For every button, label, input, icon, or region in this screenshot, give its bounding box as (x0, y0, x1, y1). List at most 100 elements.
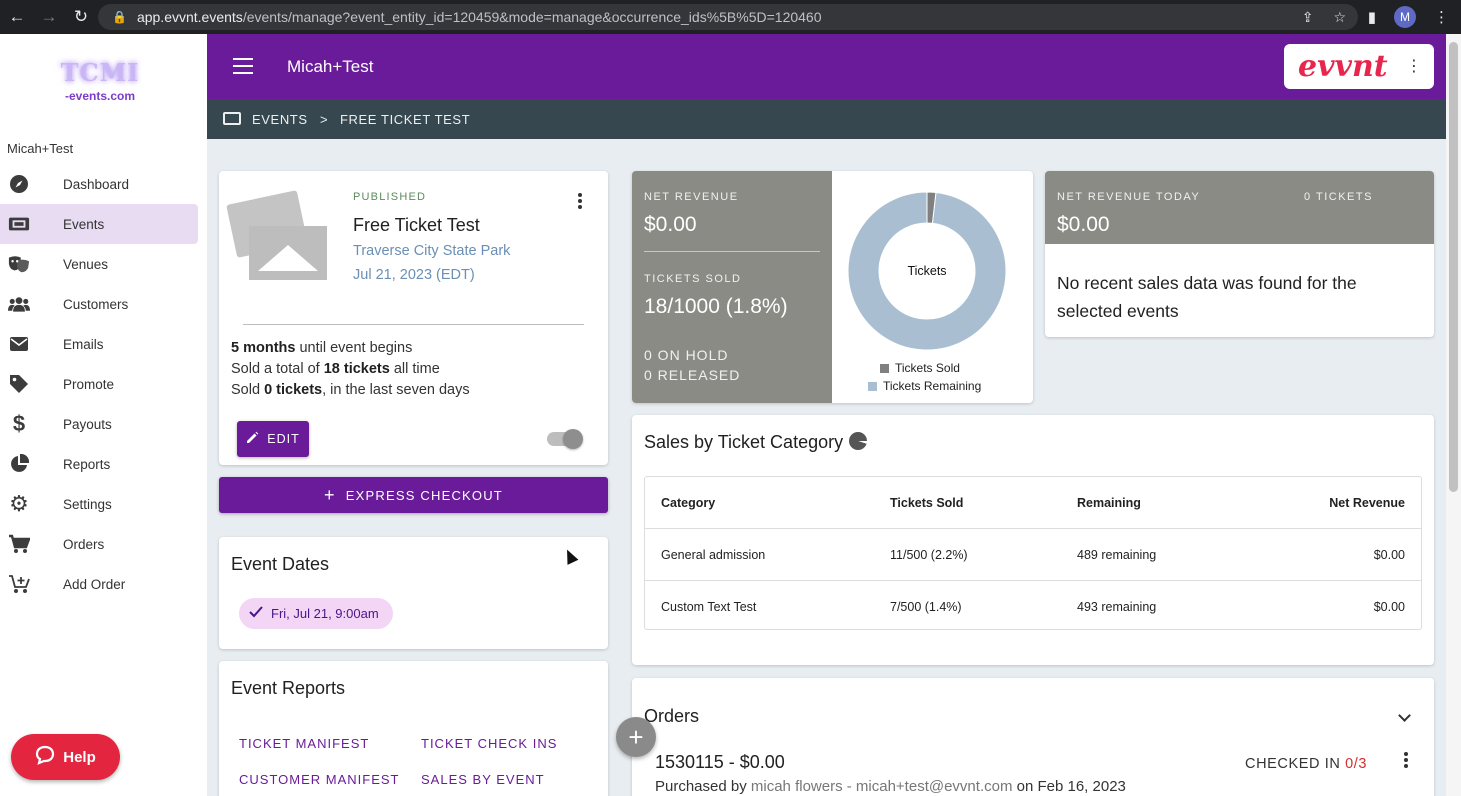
ticket-icon (8, 213, 30, 235)
side-panel-icon[interactable]: ▮ (1368, 8, 1376, 26)
donut-center-label: Tickets (907, 264, 946, 278)
share-icon[interactable]: ⇪ (1302, 9, 1314, 26)
event-date: Jul 21, 2023 (EDT) (353, 267, 475, 283)
help-button[interactable]: Help (11, 734, 120, 780)
hamburger-menu-icon[interactable] (233, 58, 253, 79)
column-header[interactable]: Net Revenue (1329, 496, 1405, 510)
cart-icon (8, 533, 30, 555)
sidebar-item-label: Dashboard (63, 176, 130, 192)
gear-icon: ⚙ (9, 491, 29, 516)
breadcrumb-events-link[interactable]: EVENTS (252, 112, 308, 127)
date-chip[interactable]: Fri, Jul 21, 9:00am (239, 598, 393, 629)
event-summary-card: PUBLISHED Free Ticket Test Traverse City… (219, 171, 608, 465)
express-checkout-label: EXPRESS CHECKOUT (345, 487, 503, 503)
sidebar-item-venues[interactable]: Venues (0, 244, 198, 284)
publish-toggle[interactable] (547, 429, 583, 449)
back-icon[interactable]: ← (8, 7, 26, 27)
legend-swatch (880, 363, 889, 373)
sidebar-item-settings[interactable]: ⚙ Settings (0, 484, 198, 524)
event-venue-link[interactable]: Traverse City State Park (353, 243, 510, 259)
tickets-sold-label: TICKETS SOLD (644, 273, 742, 285)
app-topbar: Micah+Test evvnt ⋮ (207, 34, 1461, 99)
sidebar-item-promote[interactable]: Promote (0, 364, 198, 404)
column-header[interactable]: Category (661, 496, 715, 510)
column-header[interactable]: Tickets Sold (890, 496, 963, 510)
event-reports-card: Event Reports TICKET MANIFEST TICKET CHE… (219, 661, 608, 796)
order-kebab-icon[interactable] (1404, 752, 1408, 770)
brand-kebab-icon[interactable]: ⋮ (1406, 56, 1422, 76)
cart-plus-icon (8, 573, 30, 595)
pie-chart-icon[interactable] (849, 432, 868, 450)
scrollbar-thumb[interactable] (1449, 42, 1458, 492)
browser-toolbar: ▮ M ⋮ (1368, 6, 1449, 28)
divider (243, 324, 584, 325)
column-header[interactable]: Remaining (1077, 496, 1141, 510)
legend-tickets-sold: Tickets Sold (880, 361, 960, 375)
sidebar-item-emails[interactable]: Emails (0, 324, 198, 364)
report-link-ticket-manifest[interactable]: TICKET MANIFEST (239, 736, 369, 751)
table-cell: 7/500 (1.4%) (890, 600, 962, 614)
sales-by-category-title: Sales by Ticket Category (644, 432, 868, 453)
plus-icon: + (324, 484, 336, 505)
event-kebab-icon[interactable] (578, 193, 582, 211)
org-logo[interactable]: TCMI -events.com (55, 58, 145, 103)
revenue-today-value: $0.00 (1057, 213, 1110, 236)
reload-icon[interactable]: ↻ (72, 7, 90, 27)
address-bar[interactable]: 🔒 app.evvnt.events/events/manage?event_e… (98, 4, 1358, 30)
sidebar-item-customers[interactable]: Customers (0, 284, 198, 324)
released-count: 0 RELEASED (644, 367, 741, 383)
tag-icon (8, 373, 30, 395)
page-scrollbar[interactable] (1446, 34, 1461, 796)
table-header-row: Category Tickets Sold Remaining Net Reve… (645, 477, 1421, 529)
bookmark-star-icon[interactable]: ☆ (1333, 9, 1346, 26)
brand-menu[interactable]: evvnt ⋮ (1284, 44, 1434, 89)
report-link-ticket-check-ins[interactable]: TICKET CHECK INS (421, 736, 557, 751)
add-fab-button[interactable]: + (616, 717, 656, 757)
forward-icon[interactable]: → (40, 7, 58, 27)
check-icon (249, 606, 263, 621)
sidebar-item-label: Emails (63, 336, 104, 352)
help-label: Help (63, 748, 96, 766)
theater-masks-icon (8, 253, 30, 275)
chevron-down-icon[interactable] (1398, 709, 1411, 722)
plus-icon: + (628, 721, 644, 752)
profile-avatar[interactable]: M (1394, 6, 1416, 28)
browser-nav: ← → ↻ (0, 7, 100, 27)
image-placeholder-icon (226, 190, 329, 283)
compass-icon (8, 173, 30, 195)
express-checkout-button[interactable]: + EXPRESS CHECKOUT (219, 477, 608, 513)
edit-button[interactable]: EDIT (237, 421, 309, 457)
stat-until-begins: 5 months until event begins (231, 340, 413, 356)
sidebar-item-add-order[interactable]: Add Order (0, 564, 198, 604)
lock-icon[interactable]: 🔒 (112, 10, 127, 24)
order-purchaser: Purchased by micah flowers - micah+test@… (655, 778, 1126, 795)
tickets-sold-value: 18/1000 (1.8%) (644, 295, 788, 318)
on-hold-count: 0 ON HOLD (644, 347, 729, 363)
report-link-customer-manifest[interactable]: CUSTOMER MANIFEST (239, 772, 400, 787)
purchaser-link[interactable]: micah flowers - micah+test@evvnt.com (751, 778, 1013, 795)
sidebar-item-reports[interactable]: Reports (0, 444, 198, 484)
net-revenue-label: NET REVENUE (644, 191, 739, 203)
event-dates-title: Event Dates (231, 554, 330, 574)
sidebar-item-label: Customers (63, 296, 129, 312)
table-cell: 11/500 (2.2%) (890, 548, 968, 562)
sidebar-item-payouts[interactable]: $ Payouts (0, 404, 198, 444)
url-path: /events/manage?event_entity_id=120459&mo… (242, 9, 822, 25)
sidebar-item-orders[interactable]: Orders (0, 524, 198, 564)
sidebar-item-dashboard[interactable]: Dashboard (0, 164, 198, 204)
net-revenue-value: $0.00 (644, 213, 697, 236)
browser-menu-icon[interactable]: ⋮ (1434, 8, 1449, 26)
table-row: General admission 11/500 (2.2%) 489 rema… (645, 529, 1421, 581)
sidebar-item-events[interactable]: Events (0, 204, 198, 244)
legend-swatch (868, 381, 877, 391)
report-link-sales-by-event[interactable]: SALES BY EVENT (421, 772, 545, 787)
revenue-today-card: NET REVENUE TODAY 0 TICKETS $0.00 No rec… (1045, 171, 1434, 337)
pie-chart-icon (8, 453, 30, 475)
table-cell: Custom Text Test (661, 600, 757, 614)
legend-tickets-remaining: Tickets Remaining (868, 379, 981, 393)
ticket-icon (223, 112, 241, 125)
order-number[interactable]: 1530115 - $0.00 (655, 752, 785, 773)
edit-label: EDIT (267, 432, 300, 446)
revenue-panel: NET REVENUE $0.00 TICKETS SOLD 18/1000 (… (632, 171, 832, 403)
date-chip-label: Fri, Jul 21, 9:00am (271, 606, 379, 621)
